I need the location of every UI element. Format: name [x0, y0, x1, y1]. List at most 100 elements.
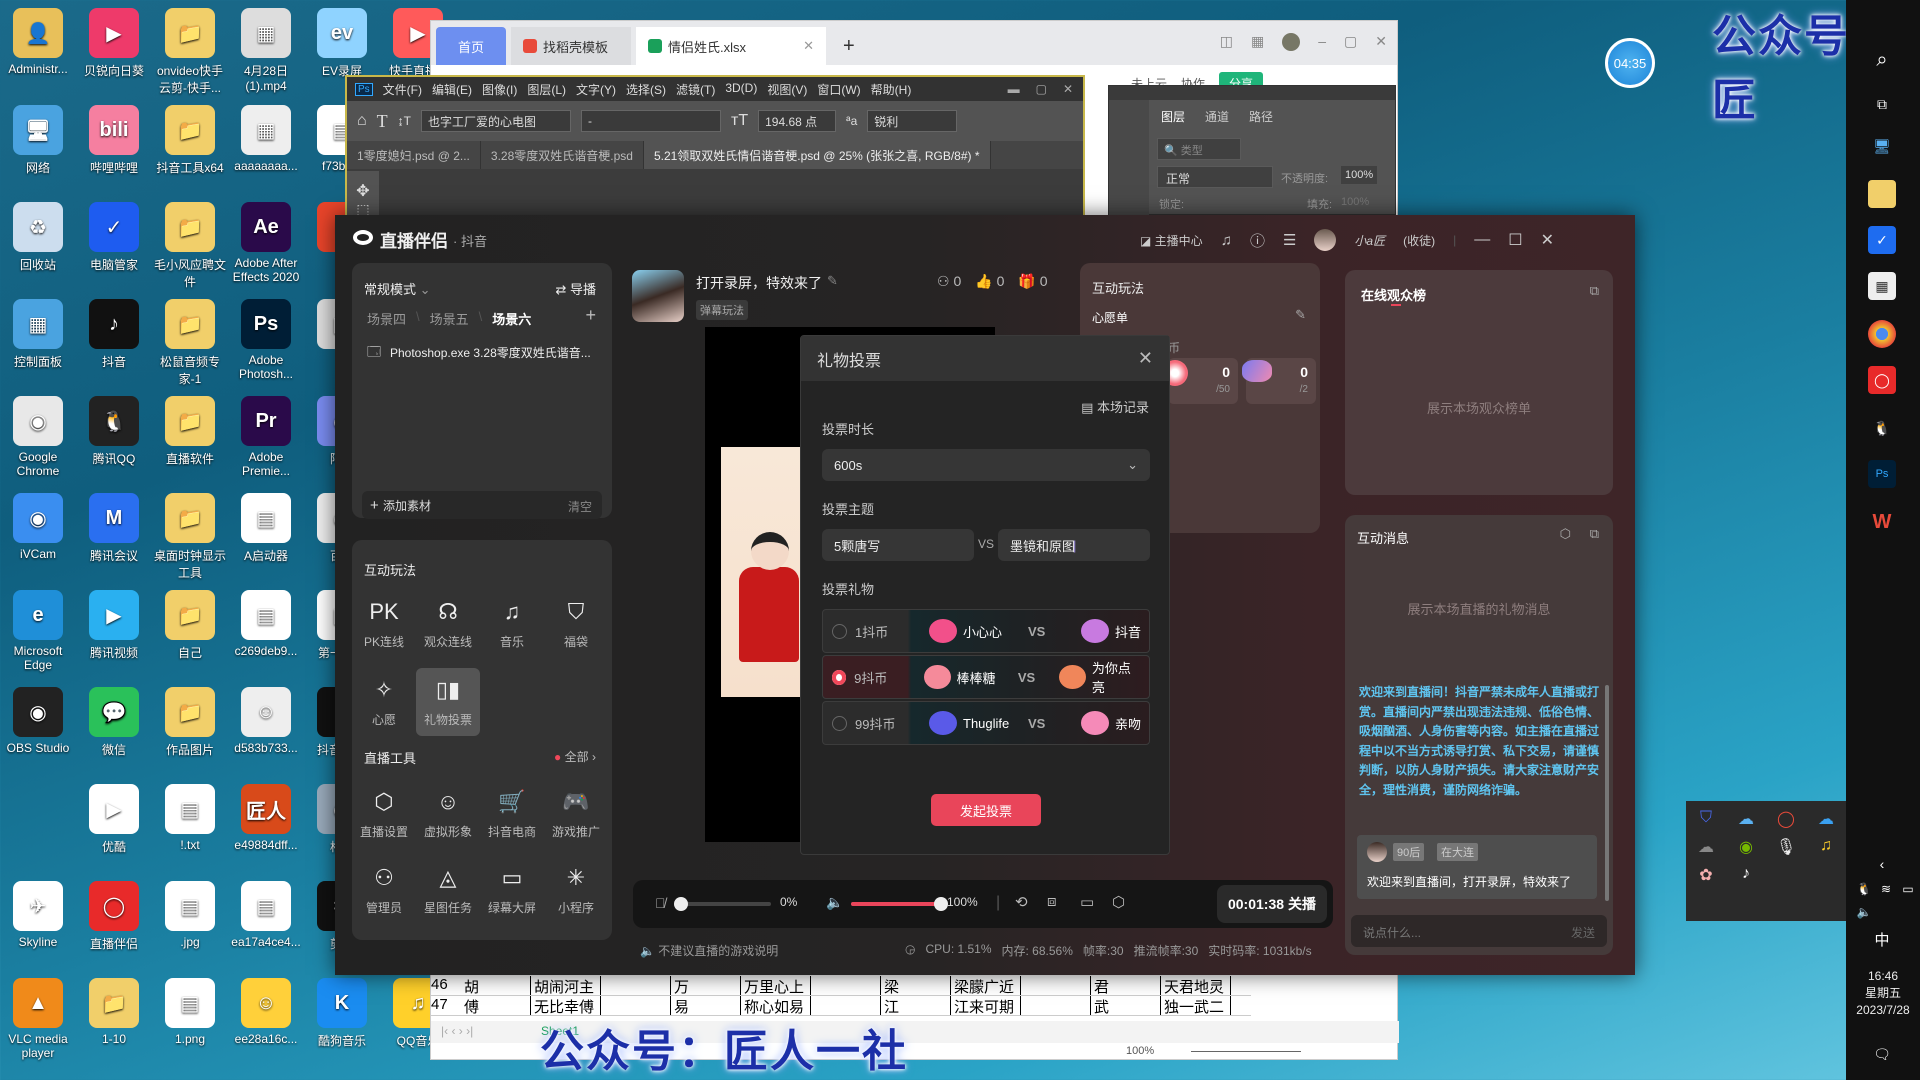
- microphone-icon[interactable]: 🎙: [1776, 837, 1796, 857]
- settings-icon[interactable]: ⬡: [1112, 893, 1125, 911]
- show-hidden-icons[interactable]: ‹: [1868, 850, 1896, 878]
- minimize-icon[interactable]: –: [1318, 33, 1326, 51]
- desktop-icon[interactable]: 📁 自己: [152, 590, 228, 661]
- ps-menu-item[interactable]: 选择(S): [626, 81, 666, 98]
- layout-icon[interactable]: ◫: [1220, 33, 1233, 51]
- table-cell[interactable]: [811, 996, 881, 1015]
- desktop-icon[interactable]: 📁 直播软件: [152, 396, 228, 467]
- desktop-icon[interactable]: ▦ 4月28日(1).mp4: [228, 8, 304, 93]
- desktop-icon[interactable]: 📁 抖音工具x64: [152, 105, 228, 176]
- desktop-icon[interactable]: 匠人 e49884dff...: [228, 784, 304, 852]
- desktop-icon[interactable]: ev EV录屏: [304, 8, 380, 79]
- ps-layers-tab[interactable]: 通道: [1195, 100, 1239, 133]
- close-icon[interactable]: ✕: [1375, 33, 1387, 51]
- desktop-icon[interactable]: ◉ iVCam: [0, 493, 76, 561]
- desktop-icon[interactable]: 📁 桌面时钟显示工具: [152, 493, 228, 581]
- mode-select[interactable]: 常规模式 ⌄: [364, 279, 431, 298]
- tool-1[interactable]: ☊ 观众连线: [416, 590, 480, 658]
- send-button[interactable]: 发送: [1571, 924, 1595, 941]
- desktop-icon[interactable]: ▶ 腾讯视频: [76, 590, 152, 661]
- desktop-icon[interactable]: ▲ VLC media player: [0, 978, 76, 1060]
- store-icon[interactable]: ▦: [1868, 272, 1896, 300]
- zoom-slider[interactable]: [1191, 1051, 1301, 1052]
- username[interactable]: 小a匠: [1354, 232, 1385, 249]
- wps-tab-templates[interactable]: 找稻壳模板: [511, 27, 631, 65]
- mic-muted-icon[interactable]: 🎙̸: [655, 895, 666, 911]
- desktop-icon[interactable]: 📁 毛小风应聘文件: [152, 202, 228, 290]
- speaker-volume-slider[interactable]: [851, 897, 948, 911]
- close-icon[interactable]: ✕: [1063, 82, 1073, 96]
- desktop-icon[interactable]: ▦ 控制面板: [0, 299, 76, 370]
- new-tab-button[interactable]: +: [831, 27, 867, 65]
- desktop-icon[interactable]: 📁 松鼠音频专家-1: [152, 299, 228, 387]
- game-hint-link[interactable]: 🔈 不建议直播的游戏说明: [640, 942, 778, 959]
- desktop-icon[interactable]: ▤ 1.png: [152, 978, 228, 1046]
- ps-document-tab[interactable]: 5.21领取双姓氏情侣谐音梗.psd @ 25% (张张之喜, RGB/8#) …: [643, 141, 991, 169]
- close-icon[interactable]: ✕: [1138, 348, 1153, 369]
- user-avatar[interactable]: [1314, 229, 1337, 251]
- table-cell[interactable]: [811, 976, 881, 995]
- tool-6[interactable]: ▭ 绿幕大屏: [480, 856, 544, 924]
- minimize-button[interactable]: —: [1474, 231, 1490, 249]
- type-tool-icon[interactable]: T: [377, 111, 388, 132]
- radio-button[interactable]: [832, 715, 847, 731]
- ps-layers-tab[interactable]: 图层: [1151, 100, 1196, 133]
- popout-icon[interactable]: ⧉: [1590, 526, 1599, 542]
- wish-item[interactable]: 0 /50: [1162, 358, 1238, 404]
- stop-live-button[interactable]: 00:01:38 关播: [1217, 885, 1327, 923]
- ps-menu-item[interactable]: 图像(I): [482, 81, 517, 98]
- desktop-icon[interactable]: bili 哔哩哔哩: [76, 105, 152, 176]
- wps-tab-file[interactable]: 情侣姓氏.xlsx ✕: [636, 27, 826, 65]
- table-cell[interactable]: 江: [881, 996, 951, 1016]
- table-cell[interactable]: 君: [1091, 976, 1161, 996]
- radio-button[interactable]: [832, 669, 847, 685]
- ps-document-tab[interactable]: 3.28零度双姓氏谐音梗.psd: [481, 141, 644, 169]
- ps-menu-item[interactable]: 文件(F): [383, 81, 422, 98]
- notification-icon[interactable]: 🗨: [1868, 1040, 1896, 1068]
- table-cell[interactable]: 天君地灵: [1161, 976, 1231, 996]
- gift-option-row[interactable]: 1抖币 小心心 VS 抖音: [822, 609, 1150, 653]
- speaker-icon[interactable]: 🔈: [826, 894, 843, 911]
- tool-2[interactable]: ♫ 音乐: [480, 590, 544, 658]
- volume-icon[interactable]: 🔈: [1850, 898, 1878, 926]
- gift-option-row[interactable]: 9抖币 棒棒糖 VS 为你点亮: [822, 655, 1150, 699]
- desktop-icon[interactable]: ▶ 优酷: [76, 784, 152, 855]
- pc-manager-tray-icon[interactable]: ⛉: [1700, 809, 1712, 829]
- tool-3[interactable]: 🎮 游戏推广: [544, 780, 608, 848]
- desktop-icon[interactable]: 💬 微信: [76, 687, 152, 758]
- source-item[interactable]: Photoshop.exe 3.28零度双姓氏谐音...: [390, 344, 591, 361]
- ps-menu-item[interactable]: 3D(D): [725, 81, 757, 98]
- desktop-icon[interactable]: 🐧 腾讯QQ: [76, 396, 152, 467]
- mic-volume-slider[interactable]: [674, 897, 771, 911]
- tool-0[interactable]: PK PK连线: [352, 590, 416, 658]
- maximize-icon[interactable]: ▢: [1344, 33, 1357, 51]
- nvidia-icon[interactable]: ◉: [1739, 837, 1753, 857]
- table-cell[interactable]: 江来可期: [951, 996, 1021, 1016]
- ime-indicator[interactable]: 中: [1868, 925, 1896, 953]
- maximize-button[interactable]: ☐: [1508, 230, 1522, 250]
- desktop-icon[interactable]: ▦ aaaaaaaa...: [228, 105, 304, 173]
- live-companion-tray-icon[interactable]: ◯: [1777, 809, 1795, 829]
- table-cell[interactable]: 万里心上: [741, 976, 811, 996]
- tool-1[interactable]: ☺ 虚拟形象: [416, 780, 480, 848]
- scene-tab[interactable]: 场景六: [492, 309, 531, 328]
- scene-tab[interactable]: 场景五: [430, 309, 469, 328]
- desktop-icon[interactable]: ▤ !.txt: [152, 784, 228, 852]
- table-cell[interactable]: [601, 996, 671, 1015]
- table-cell[interactable]: 梁朦广近: [951, 976, 1021, 996]
- session-record-link[interactable]: ▤ 本场记录: [1081, 397, 1149, 416]
- table-cell[interactable]: 武: [1091, 996, 1161, 1016]
- desktop-icon[interactable]: 🖥 网络: [0, 105, 76, 176]
- maximize-icon[interactable]: ▢: [1036, 82, 1047, 96]
- desktop-icon[interactable]: ▤ .jpg: [152, 881, 228, 949]
- duration-select[interactable]: 600s ⌄: [822, 449, 1150, 481]
- desktop-icon[interactable]: 📁 onvideo快手云剪-快手...: [152, 8, 228, 96]
- grid-icon[interactable]: ▦: [1251, 33, 1264, 51]
- desktop-icon[interactable]: ◉ OBS Studio: [0, 687, 76, 755]
- table-cell[interactable]: 独一武二: [1161, 996, 1231, 1016]
- onedrive-icon[interactable]: ☁: [1818, 809, 1834, 829]
- table-cell[interactable]: 傅: [461, 996, 531, 1016]
- menu-icon[interactable]: ☰: [1283, 231, 1296, 249]
- move-tool-icon[interactable]: ✥: [347, 181, 379, 201]
- fill-input[interactable]: 100%: [1341, 196, 1369, 208]
